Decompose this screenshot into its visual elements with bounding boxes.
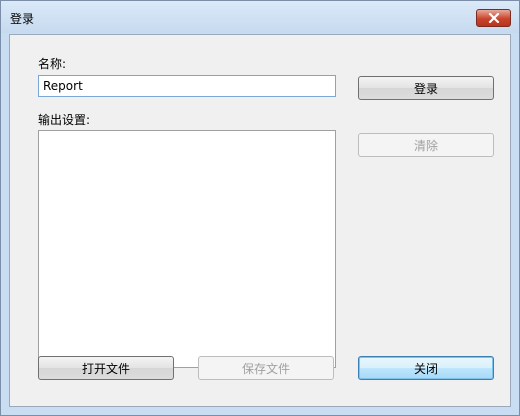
save-file-button[interactable]: 保存文件 [198,356,334,380]
close-window-button[interactable] [476,9,511,27]
name-input[interactable] [38,75,336,97]
dialog-body: 名称: 输出设置: 登录 清除 打开文件 保存文件 关闭 [9,34,511,407]
login-button[interactable]: 登录 [358,76,494,100]
close-icon [488,13,499,23]
title-bar[interactable]: 登录 [1,1,519,33]
open-file-button[interactable]: 打开文件 [38,356,174,380]
window-title: 登录 [10,12,35,26]
dialog-window: 登录 名称: 输出设置: 登录 清除 打开文件 保存文件 关闭 [0,0,520,416]
output-settings-label: 输出设置: [38,113,91,127]
name-label: 名称: [38,57,67,71]
output-settings-textarea[interactable] [38,130,336,368]
clear-button[interactable]: 清除 [358,133,494,157]
close-button[interactable]: 关闭 [358,356,494,380]
